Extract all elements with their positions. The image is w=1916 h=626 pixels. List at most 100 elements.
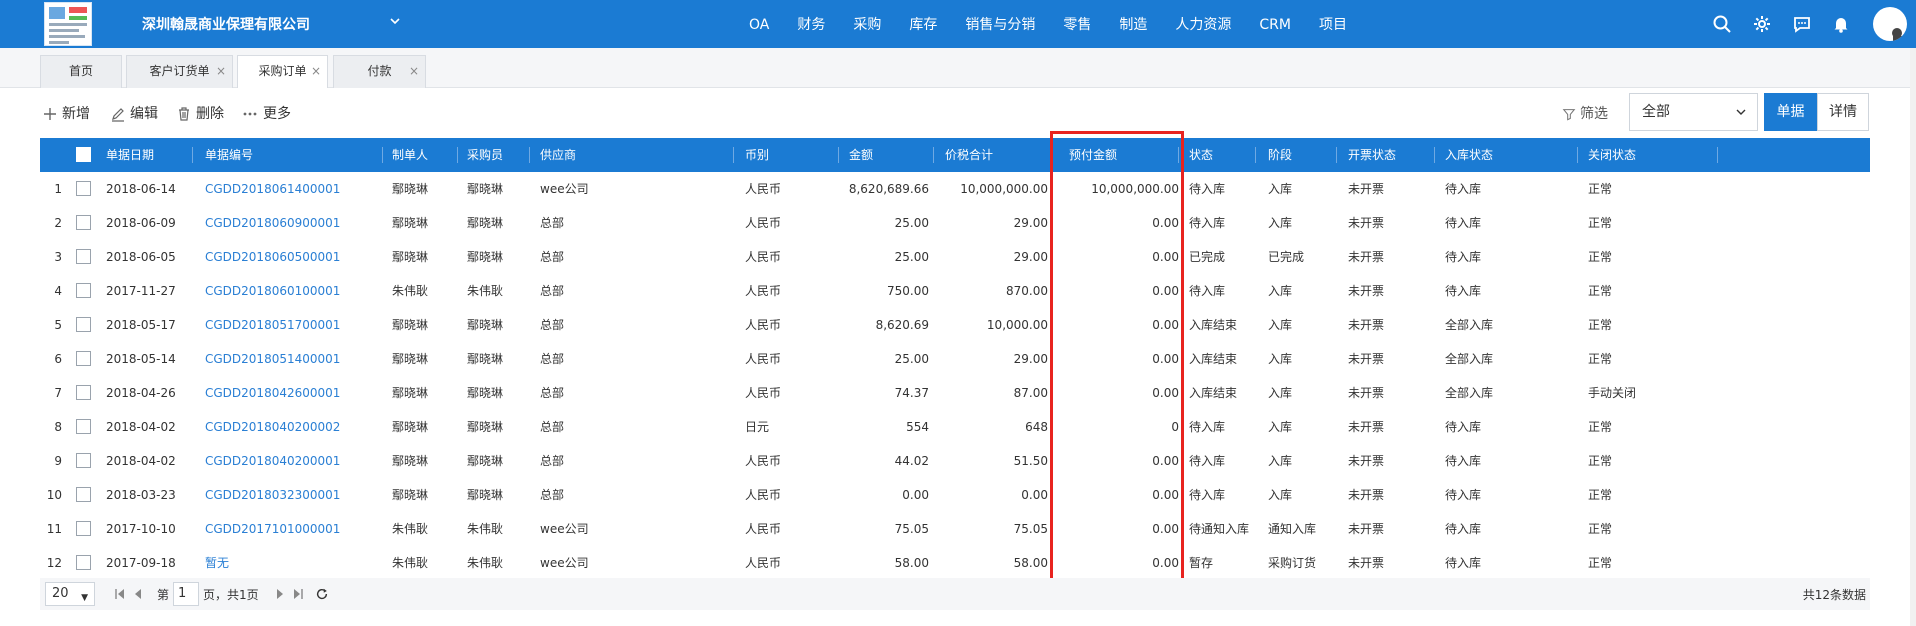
cell-doc-no[interactable]: CGDD2018060100001: [205, 274, 340, 308]
column-divider[interactable]: [838, 147, 839, 163]
header-total-with-tax[interactable]: 价税合计: [945, 138, 993, 172]
row-checkbox[interactable]: [76, 283, 91, 298]
row-checkbox[interactable]: [76, 419, 91, 434]
close-icon[interactable]: ×: [409, 56, 419, 87]
delete-button[interactable]: 删除: [176, 104, 224, 124]
table-row[interactable]: 4 2017-11-27 CGDD2018060100001 朱伟耿 朱伟耿 总部 人民币 7…: [40, 274, 1870, 308]
last-page-icon[interactable]: [291, 586, 305, 602]
chat-icon[interactable]: [1791, 13, 1813, 35]
chevron-down-icon[interactable]: [388, 14, 402, 28]
bell-icon[interactable]: [1830, 13, 1852, 35]
nav-item[interactable]: 采购: [839, 0, 895, 48]
nav-item[interactable]: CRM: [1245, 0, 1305, 48]
column-divider[interactable]: [382, 147, 383, 163]
next-page-icon[interactable]: [273, 586, 287, 602]
tab-customer-order[interactable]: 客户订货单 ×: [126, 55, 233, 88]
refresh-icon[interactable]: [315, 586, 329, 602]
page-size-select[interactable]: 20 ▼: [45, 582, 95, 606]
tab-purchase-order[interactable]: 采购订单 ×: [237, 55, 328, 89]
cell-doc-no[interactable]: CGDD2018040200002: [205, 410, 340, 444]
cell-doc-no[interactable]: CGDD2018060900001: [205, 206, 340, 240]
table-row[interactable]: 3 2018-06-05 CGDD2018060500001 鄢晓琳 鄢晓琳 总部 人民币 2…: [40, 240, 1870, 274]
table-row[interactable]: 7 2018-04-26 CGDD2018042600001 鄢晓琳 鄢晓琳 总部 人民币 7…: [40, 376, 1870, 410]
select-all-checkbox[interactable]: [76, 147, 91, 162]
edit-button[interactable]: 编辑: [110, 104, 158, 124]
column-divider[interactable]: [192, 147, 193, 163]
header-close-status[interactable]: 关闭状态: [1588, 138, 1636, 172]
cell-doc-no[interactable]: CGDD2018040200001: [205, 444, 340, 478]
company-name[interactable]: 深圳翰晟商业保理有限公司: [142, 14, 310, 34]
nav-item[interactable]: 库存: [895, 0, 951, 48]
gear-icon[interactable]: [1751, 13, 1773, 35]
cell-doc-no[interactable]: CGDD2018042600001: [205, 376, 340, 410]
table-row[interactable]: 12 2017-09-18 暂无 朱伟耿 朱伟耿 wee公司 人民币 58.00 58.00 0.…: [40, 546, 1870, 580]
view-detail-button[interactable]: 详情: [1817, 93, 1869, 131]
row-checkbox[interactable]: [76, 521, 91, 536]
row-checkbox[interactable]: [76, 215, 91, 230]
header-buyer[interactable]: 采购员: [467, 138, 503, 172]
tab-home[interactable]: 首页: [40, 55, 122, 88]
column-divider[interactable]: [529, 147, 530, 163]
row-checkbox[interactable]: [76, 555, 91, 570]
cell-doc-no[interactable]: CGDD2018051400001: [205, 342, 340, 376]
cell-doc-no[interactable]: CGDD2018060500001: [205, 240, 340, 274]
table-row[interactable]: 11 2017-10-10 CGDD2017101000001 朱伟耿 朱伟耿 wee公司…: [40, 512, 1870, 546]
header-stock-in-status[interactable]: 入库状态: [1445, 138, 1493, 172]
nav-item[interactable]: OA: [735, 0, 783, 48]
nav-item[interactable]: 财务: [783, 0, 839, 48]
table-row[interactable]: 2 2018-06-09 CGDD2018060900001 鄢晓琳 鄢晓琳 总部 人民币 2…: [40, 206, 1870, 240]
table-row[interactable]: 9 2018-04-02 CGDD2018040200001 鄢晓琳 鄢晓琳 总部 人民币 4…: [40, 444, 1870, 478]
nav-item[interactable]: 项目: [1305, 0, 1361, 48]
cell-doc-no[interactable]: CGDD2018032300001: [205, 478, 340, 512]
header-creator[interactable]: 制单人: [392, 138, 428, 172]
add-button[interactable]: 新增: [42, 104, 90, 124]
column-divider[interactable]: [1717, 147, 1718, 163]
user-avatar[interactable]: [1873, 7, 1907, 41]
header-invoice-status[interactable]: 开票状态: [1348, 138, 1396, 172]
table-row[interactable]: 1 2018-06-14 CGDD2018061400001 鄢晓琳 鄢晓琳 wee公司 人…: [40, 172, 1870, 206]
page-scrollbar[interactable]: [1910, 48, 1916, 626]
close-icon[interactable]: ×: [216, 56, 226, 87]
row-checkbox[interactable]: [76, 249, 91, 264]
column-divider[interactable]: [1336, 147, 1337, 163]
column-divider[interactable]: [933, 147, 934, 163]
column-divider[interactable]: [1434, 147, 1435, 163]
row-checkbox[interactable]: [76, 487, 91, 502]
tab-payment[interactable]: 付款 ×: [333, 55, 426, 88]
row-checkbox[interactable]: [76, 317, 91, 332]
more-button[interactable]: 更多: [241, 104, 291, 124]
column-divider[interactable]: [1178, 147, 1179, 163]
cell-doc-no[interactable]: 暂无: [205, 546, 229, 580]
view-list-button[interactable]: 单据: [1764, 93, 1817, 131]
column-divider[interactable]: [457, 147, 458, 163]
table-row[interactable]: 6 2018-05-14 CGDD2018051400001 鄢晓琳 鄢晓琳 总部 人民币 2…: [40, 342, 1870, 376]
prev-page-icon[interactable]: [131, 586, 145, 602]
filter-button[interactable]: 筛选: [1562, 104, 1608, 124]
nav-item[interactable]: 销售与分销: [951, 0, 1049, 48]
table-row[interactable]: 10 2018-03-23 CGDD2018032300001 鄢晓琳 鄢晓琳 总部 人民币…: [40, 478, 1870, 512]
page-number-input[interactable]: 1: [173, 582, 199, 606]
company-logo[interactable]: [44, 2, 92, 46]
row-checkbox[interactable]: [76, 181, 91, 196]
nav-item[interactable]: 制造: [1105, 0, 1161, 48]
header-prepayment[interactable]: 预付金额: [1069, 138, 1117, 172]
table-row[interactable]: 8 2018-04-02 CGDD2018040200002 鄢晓琳 鄢晓琳 总部 日元 55…: [40, 410, 1870, 444]
header-supplier[interactable]: 供应商: [540, 138, 576, 172]
close-icon[interactable]: ×: [311, 56, 321, 87]
first-page-icon[interactable]: [113, 586, 127, 602]
header-currency[interactable]: 币别: [745, 138, 769, 172]
search-icon[interactable]: [1711, 13, 1733, 35]
header-date[interactable]: 单据日期: [106, 138, 154, 172]
row-checkbox[interactable]: [76, 453, 91, 468]
column-divider[interactable]: [733, 147, 734, 163]
column-divider[interactable]: [1255, 147, 1256, 163]
cell-doc-no[interactable]: CGDD2018051700001: [205, 308, 340, 342]
cell-doc-no[interactable]: CGDD2018061400001: [205, 172, 340, 206]
nav-item[interactable]: 人力资源: [1161, 0, 1245, 48]
column-divider[interactable]: [1577, 147, 1578, 163]
header-stage[interactable]: 阶段: [1268, 138, 1292, 172]
table-row[interactable]: 5 2018-05-17 CGDD2018051700001 鄢晓琳 鄢晓琳 总部 人民币 8…: [40, 308, 1870, 342]
scope-select[interactable]: 全部: [1629, 93, 1758, 131]
column-divider[interactable]: [1051, 147, 1052, 163]
row-checkbox[interactable]: [76, 351, 91, 366]
